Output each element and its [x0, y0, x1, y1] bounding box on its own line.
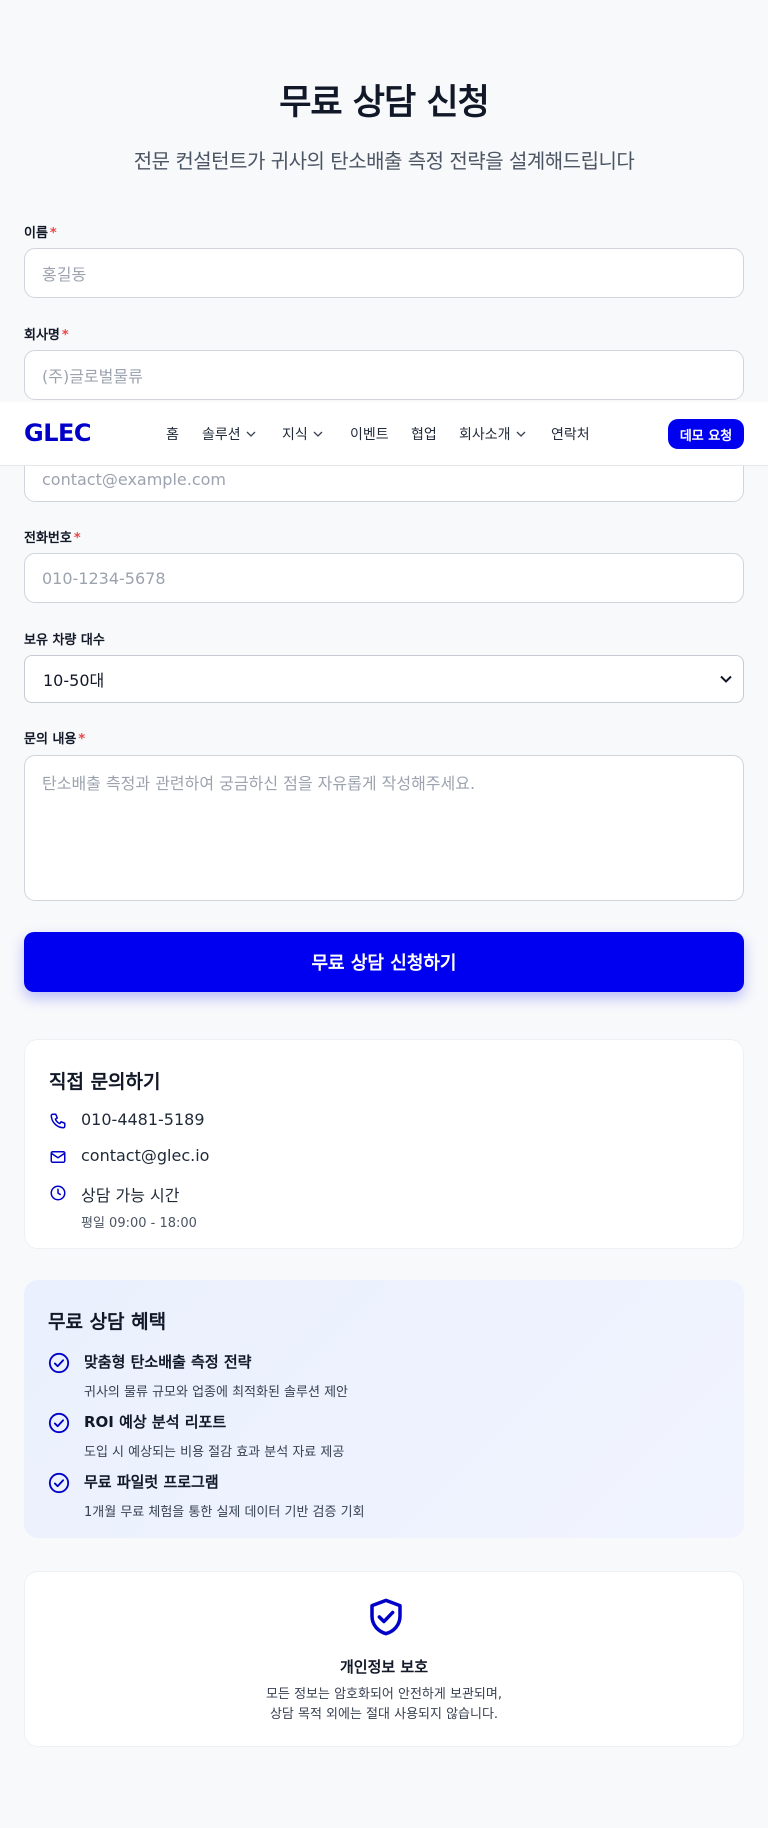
privacy-card: 개인정보 보호 모든 정보는 암호화되어 안전하게 보관되며, 상담 목적 외에… — [24, 1571, 744, 1747]
nav-item-label: 협업 — [411, 427, 437, 443]
name-input[interactable]: 홍길동 — [24, 248, 744, 298]
contact-card-title: 직접 문의하기 — [49, 1071, 161, 1093]
phone-icon — [50, 1113, 66, 1129]
privacy-line-2: 상담 목적 외에는 절대 사용되지 않습니다. — [269, 1707, 499, 1722]
check-circle-icon — [48, 1352, 70, 1374]
email-placeholder: contact@example.com — [42, 469, 226, 489]
contact-hours-label: 상담 가능 시간 — [81, 1186, 180, 1205]
nav-item-label: 연락처 — [551, 427, 590, 443]
contact-hours: 상담 가능 시간 평일 09:00 - 18:00 — [81, 1182, 197, 1231]
phone-input[interactable]: 010-1234-5678 — [24, 553, 744, 603]
submit-button[interactable]: 무료 상담 신청하기 — [24, 932, 744, 992]
nav-item-label: 지식 — [282, 427, 308, 443]
page-title: 무료 상담 신청 — [279, 83, 490, 123]
nav-item-knowledge[interactable]: 지식 — [282, 424, 324, 444]
privacy-description: 모든 정보는 암호화되어 안전하게 보관되며, 상담 목적 외에는 절대 사용되… — [25, 1685, 743, 1725]
inquiry-placeholder: 탄소배출 측정과 관련하여 궁금하신 점을 자유롭게 작성해주세요. — [42, 774, 476, 793]
required-mark: * — [61, 328, 69, 343]
nav-item-about[interactable]: 회사소개 — [459, 424, 527, 444]
nav-item-label: 이벤트 — [350, 427, 389, 443]
phone-placeholder: 010-1234-5678 — [42, 568, 166, 588]
nav-item-label: 회사소개 — [459, 427, 511, 443]
page-subtitle: 전문 컨설턴트가 귀사의 탄소배출 측정 전략을 설계해드립니다 — [133, 149, 635, 173]
nav-item-label: 홈 — [166, 427, 179, 443]
inquiry-textarea[interactable]: 탄소배출 측정과 관련하여 궁금하신 점을 자유롭게 작성해주세요. — [24, 755, 744, 901]
nav-item-collaboration[interactable]: 협업 — [411, 424, 437, 444]
consultation-page: 무료 상담 신청 전문 컨설턴트가 귀사의 탄소배출 측정 전략을 설계해드립니… — [0, 0, 768, 1828]
clock-icon — [50, 1185, 66, 1201]
name-label: 이름 * — [24, 222, 57, 241]
contact-card: 직접 문의하기 010-4481-5189 contact@glec.io 상담… — [24, 1039, 744, 1249]
required-mark: * — [73, 531, 81, 546]
benefit-title: 맞춤형 탄소배출 측정 전략 — [84, 1353, 252, 1371]
benefits-title: 무료 상담 혜택 — [48, 1311, 167, 1333]
benefit-desc: 귀사의 물류 규모와 업종에 최적화된 솔루션 제안 — [84, 1385, 348, 1400]
nav-item-solutions[interactable]: 솔루션 — [202, 424, 257, 444]
vehicles-label-text: 보유 차량 대수 — [24, 633, 105, 648]
inquiry-label: 문의 내용 * — [24, 728, 85, 747]
nav-item-home[interactable]: 홈 — [166, 424, 179, 444]
logo[interactable]: GLEC — [24, 419, 92, 447]
chevron-down-icon — [720, 675, 732, 683]
chevron-down-icon — [313, 431, 323, 437]
nav-item-events[interactable]: 이벤트 — [350, 424, 389, 444]
benefit-title: 무료 파일럿 프로그램 — [84, 1473, 219, 1491]
navbar: GLEC 홈 솔루션 지식 이벤트 협업 회사소개 연락처 데모 요청 — [0, 402, 768, 466]
privacy-line-1: 모든 정보는 암호화되어 안전하게 보관되며, — [266, 1687, 502, 1702]
company-label: 회사명 * — [24, 324, 69, 343]
mail-icon — [50, 1151, 66, 1163]
name-label-text: 이름 — [24, 226, 48, 241]
inquiry-label-text: 문의 내용 — [24, 732, 77, 747]
chevron-down-icon — [516, 431, 525, 437]
nav-item-contact[interactable]: 연락처 — [551, 424, 590, 444]
demo-request-button[interactable]: 데모 요청 — [668, 419, 744, 449]
phone-label: 전화번호 * — [24, 527, 81, 546]
benefit-title: ROI 예상 분석 리포트 — [84, 1413, 227, 1431]
benefits-card: 무료 상담 혜택 맞춤형 탄소배출 측정 전략 귀사의 물류 규모와 업종에 최… — [24, 1280, 744, 1538]
check-circle-icon — [48, 1412, 70, 1434]
benefit-item: 맞춤형 탄소배출 측정 전략 귀사의 물류 규모와 업종에 최적화된 솔루션 제… — [48, 1351, 348, 1400]
company-label-text: 회사명 — [24, 328, 60, 343]
privacy-title: 개인정보 보호 — [339, 1658, 429, 1676]
contact-hours-row: 상담 가능 시간 평일 09:00 - 18:00 — [49, 1182, 197, 1231]
vehicles-label: 보유 차량 대수 — [24, 629, 105, 648]
contact-phone-row[interactable]: 010-4481-5189 — [49, 1110, 205, 1130]
name-placeholder: 홍길동 — [42, 265, 87, 284]
benefit-item: ROI 예상 분석 리포트 도입 시 예상되는 비용 절감 효과 분석 자료 제… — [48, 1411, 344, 1460]
nav-item-label: 솔루션 — [202, 427, 241, 443]
required-mark: * — [49, 226, 57, 241]
benefit-item: 무료 파일럿 프로그램 1개월 무료 체험을 통한 실제 데이터 기반 검증 기… — [48, 1471, 365, 1520]
contact-hours-value: 평일 09:00 - 18:00 — [81, 1216, 197, 1231]
vehicles-select[interactable]: 10-50대 — [24, 655, 744, 703]
company-input[interactable]: (주)글로벌물류 — [24, 350, 744, 400]
vehicles-selected-value: 10-50대 — [43, 671, 105, 690]
contact-email-row[interactable]: contact@glec.io — [49, 1146, 209, 1166]
phone-label-text: 전화번호 — [24, 531, 72, 546]
contact-phone[interactable]: 010-4481-5189 — [81, 1110, 205, 1129]
check-circle-icon — [48, 1472, 70, 1494]
benefit-desc: 도입 시 예상되는 비용 절감 효과 분석 자료 제공 — [84, 1445, 345, 1460]
chevron-down-icon — [246, 431, 256, 437]
benefit-desc: 1개월 무료 체험을 통한 실제 데이터 기반 검증 기회 — [84, 1505, 365, 1520]
shield-check-icon — [370, 1598, 402, 1636]
required-mark: * — [78, 732, 86, 747]
company-placeholder: (주)글로벌물류 — [42, 367, 143, 386]
contact-email[interactable]: contact@glec.io — [81, 1146, 209, 1165]
